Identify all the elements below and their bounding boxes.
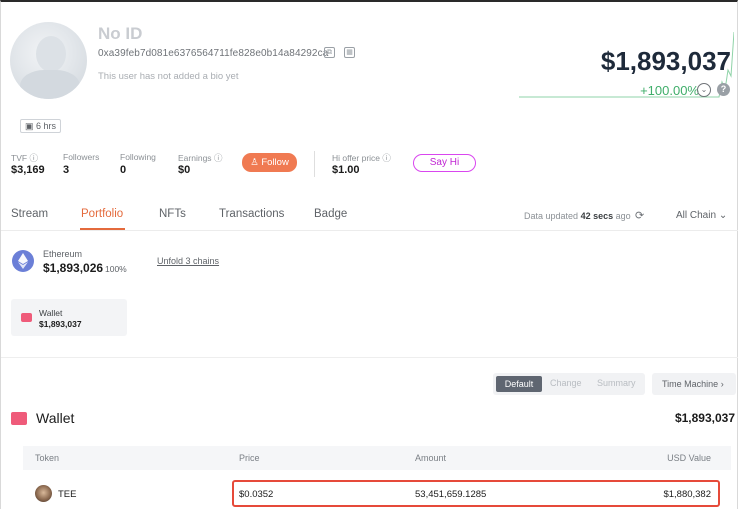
tee-token-icon [35,485,52,502]
column-usd-value: USD Value [667,453,711,463]
offer-value: $1.00 [332,164,360,176]
profile-name: No ID [98,24,143,43]
tab-stream[interactable]: Stream [11,208,48,220]
time-machine-button[interactable]: Time Machine › [652,373,736,395]
following-label[interactable]: Following [120,152,156,162]
tab-portfolio[interactable]: Portfolio [81,208,123,220]
toggle-change[interactable]: Change [550,378,582,388]
chain-value: $1,893,026 [43,261,104,275]
ethereum-icon [12,250,34,272]
tab-nfts[interactable]: NFTs [159,208,186,220]
profile-bio: This user has not added a bio yet [98,71,239,82]
info-icon: ⓘ [213,153,223,163]
followers-value[interactable]: 3 [63,164,69,176]
wallet-card-value: $1,893,037 [39,319,82,329]
earnings-label: Earnings ⓘ [178,153,223,163]
followers-label[interactable]: Followers [63,152,99,162]
chain-percent: 100% [105,264,127,274]
tvf-value: $3,169 [11,164,45,176]
highlight-box [232,480,720,507]
toggle-summary[interactable]: Summary [597,378,636,388]
earnings-value: $0 [178,164,191,176]
info-icon: ⓘ [382,153,391,163]
help-icon[interactable]: ? [717,83,730,96]
qr-code-icon[interactable]: ▦ [344,47,355,58]
chevron-down-icon[interactable]: ⌄ [697,83,711,97]
wallet-card-label: Wallet [39,308,63,318]
table-header [23,446,731,470]
chain-name: Ethereum [43,249,83,259]
toggle-default[interactable]: Default [496,376,542,392]
unfold-chains-link[interactable]: Unfold 3 chains [157,256,219,266]
chevron-down-icon: ⌄ [718,210,728,221]
wallet-total: $1,893,037 [674,411,735,425]
wallet-address: 0xa39feb7d081e6376564711fe828e0b14a84292… [98,48,329,59]
chevron-right-icon: › [720,379,724,389]
column-token: Token [35,453,60,463]
data-updated-text: Data updated 42 secs ago [524,211,631,221]
tvf-label: TVF ⓘ [11,153,38,163]
info-icon: ⓘ [29,153,38,163]
refresh-icon[interactable]: ⟳ [635,209,644,222]
following-value[interactable]: 0 [120,164,126,176]
tab-transactions[interactable]: Transactions [219,208,284,220]
tab-badge[interactable]: Badge [314,208,347,220]
follow-button[interactable]: ♙ Follow [242,153,297,172]
copy-icon[interactable]: ⧉ [324,47,335,58]
balance-change: +100.00% [640,83,699,98]
offer-label: Hi offer price ⓘ [332,153,391,163]
section-divider [1,357,738,358]
avatar [10,22,87,99]
total-balance: $1,893,037 [600,46,731,76]
token-symbol: TEE [58,489,77,500]
say-hi-button[interactable]: Say Hi [413,154,476,172]
calendar-icon: ▣ [25,121,34,131]
chain-select[interactable]: All Chain ⌄ [676,210,727,221]
column-price: Price [239,453,260,463]
user-icon: ♙ [250,157,259,168]
wallet-title: Wallet [36,410,75,426]
active-time-badge: ▣ 6 hrs [20,119,62,133]
tabs-divider [1,230,738,231]
divider [314,151,315,177]
active-time-label: 6 hrs [36,121,57,131]
wallet-icon [21,313,32,322]
wallet-icon [11,412,27,425]
column-amount: Amount [415,453,447,463]
